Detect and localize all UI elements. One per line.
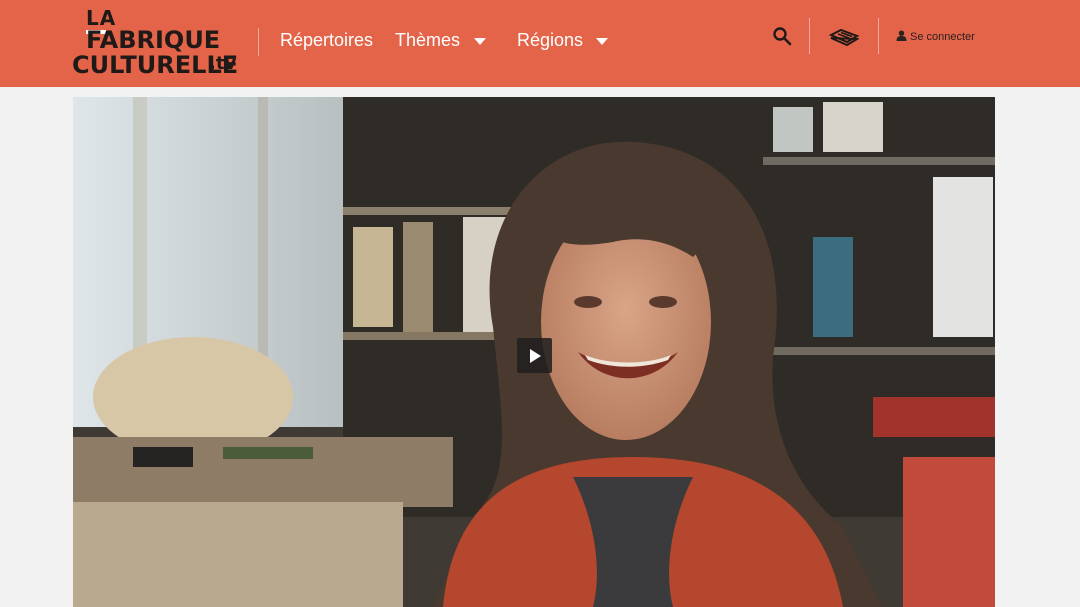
chevron-down-icon[interactable] (596, 38, 608, 45)
site-logo[interactable]: LA FABRIQUE CULTURELLE .tv (72, 6, 238, 80)
site-header: LA FABRIQUE CULTURELLE .tv Répertoires T… (0, 0, 1080, 87)
nav-repertoires[interactable]: Répertoires (280, 30, 373, 51)
login-button[interactable]: Se connecter (896, 30, 975, 44)
login-label: Se connecter (910, 31, 975, 43)
tray-icon[interactable] (828, 27, 861, 47)
user-icon (896, 30, 907, 44)
play-icon[interactable] (517, 338, 552, 373)
nav-divider (258, 28, 259, 56)
logo-suffix: .tv (209, 53, 237, 74)
chevron-down-icon[interactable] (474, 38, 486, 45)
video-player[interactable] (73, 97, 995, 607)
search-icon[interactable] (772, 26, 792, 46)
nav-regions[interactable]: Régions (517, 30, 583, 51)
logo-line-1: LA (86, 6, 117, 30)
logo-line-2: FABRIQUE (86, 26, 221, 54)
nav-themes[interactable]: Thèmes (395, 30, 460, 51)
header-divider (809, 18, 810, 54)
header-divider (878, 18, 879, 54)
